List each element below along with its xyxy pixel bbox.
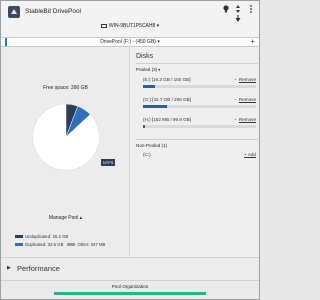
disk-usage-fill xyxy=(143,105,168,108)
legend-row-2: Duplicated: 32.6 GB Other: 347 MB xyxy=(15,240,105,248)
add-label: Add xyxy=(247,152,256,157)
add-disk-button[interactable]: + Add xyxy=(244,152,256,157)
status-progress-bar xyxy=(54,292,206,295)
disk-usage-fill xyxy=(143,85,156,88)
legend-swatch xyxy=(15,234,23,238)
machine-name: WIN-9BUT1P5CAH8 xyxy=(108,23,156,29)
chevron-up-icon: ▴ xyxy=(79,215,83,221)
remove-label: Remove xyxy=(238,77,256,82)
disks-title: Disks xyxy=(136,53,154,60)
remove-disk-button[interactable]: − Remove xyxy=(234,97,256,102)
pooled-disk: (G:) [42.7 GB / 200 GB] − Remove xyxy=(143,97,258,108)
legend-swatch xyxy=(15,242,23,246)
legend-unduplicated-label: Unduplicated: 26.2 GB xyxy=(25,233,69,239)
pooled-disk: (H:) [152 MB / 99.9 GB] − Remove xyxy=(143,117,258,128)
disk-usage-bar xyxy=(143,85,256,88)
performance-label: Performance xyxy=(17,264,60,273)
divider xyxy=(136,139,258,140)
filesystem-badge: NTFS xyxy=(101,159,116,166)
minus-icon: − xyxy=(234,77,237,82)
expand-triangle-icon: ▶ xyxy=(7,265,11,271)
disk-usage-bar xyxy=(143,125,256,128)
disk-usage-bar xyxy=(143,105,256,108)
manage-pool-button[interactable]: Manage Pool ▴ xyxy=(1,215,130,221)
chevron-down-icon: ▾ xyxy=(158,67,161,72)
pool-selector-label: DrivePool (F:) - (450 GB) xyxy=(100,39,156,45)
pool-summary-panel: Free space: 390 GB NTFS Manage Pool ▴ Un… xyxy=(1,47,130,257)
nonpooled-header: Non-Pooled (1) xyxy=(136,143,168,148)
pool-usage-pie xyxy=(32,103,100,171)
bulb-icon[interactable] xyxy=(221,4,231,14)
legend-other-label: Other: 347 MB xyxy=(77,241,106,247)
legend-swatch xyxy=(67,242,76,246)
remove-label: Remove xyxy=(238,97,256,102)
divider xyxy=(136,63,258,64)
nonpooled-disk: (C:) + Add xyxy=(143,152,258,157)
app-window: StableBit DrivePool WIN-9BUT1P5CAH8 ▾ Dr… xyxy=(0,0,260,300)
machine-selector[interactable]: WIN-9BUT1P5CAH8 ▾ xyxy=(1,23,259,29)
remove-label: Remove xyxy=(238,117,256,122)
minus-icon: − xyxy=(234,97,237,102)
computer-icon xyxy=(100,23,107,28)
app-title: StableBit DrivePool xyxy=(25,8,81,15)
disk-usage-fill xyxy=(143,125,145,128)
free-space-label: Free space: 390 GB xyxy=(43,85,88,91)
pooled-disk: (E:) [16.3 GB / 150 GB] − Remove xyxy=(143,77,258,88)
chevron-down-icon: ▾ xyxy=(156,23,160,29)
minus-icon: − xyxy=(234,117,237,122)
pool-accent-marker xyxy=(5,38,7,46)
title-bar: StableBit DrivePool WIN-9BUT1P5CAH8 ▾ xyxy=(1,1,259,37)
disks-panel: Disks Pooled (3)▾ (E:) [16.3 GB / 150 GB… xyxy=(131,47,259,257)
arrows-icon[interactable] xyxy=(233,4,243,14)
legend-duplicated-label: Duplicated: 32.6 GB xyxy=(25,241,64,247)
usage-legend: Unduplicated: 26.2 GB Duplicated: 32.6 G… xyxy=(15,232,105,248)
drivepool-logo xyxy=(8,6,20,18)
status-text: Pool Organization xyxy=(111,284,149,289)
remove-disk-button[interactable]: − Remove xyxy=(234,117,256,122)
pooled-header-label: Pooled (3) xyxy=(136,67,158,72)
menu-icon[interactable] xyxy=(246,4,256,14)
status-bar: Pool Organization xyxy=(1,280,259,299)
performance-panel[interactable]: ▶ Performance xyxy=(1,257,259,280)
remove-disk-button[interactable]: − Remove xyxy=(234,77,256,82)
add-pool-icon[interactable]: + xyxy=(250,37,255,46)
legend-unduplicated: Unduplicated: 26.2 GB xyxy=(15,232,105,240)
manage-pool-label: Manage Pool xyxy=(48,215,79,221)
chevron-down-icon: ▾ xyxy=(157,39,160,45)
pool-selector-bar[interactable]: DrivePool (F:) - (450 GB) ▾ + xyxy=(1,37,259,47)
pooled-header[interactable]: Pooled (3)▾ xyxy=(136,67,160,72)
disk-label: (C:) xyxy=(143,152,151,157)
